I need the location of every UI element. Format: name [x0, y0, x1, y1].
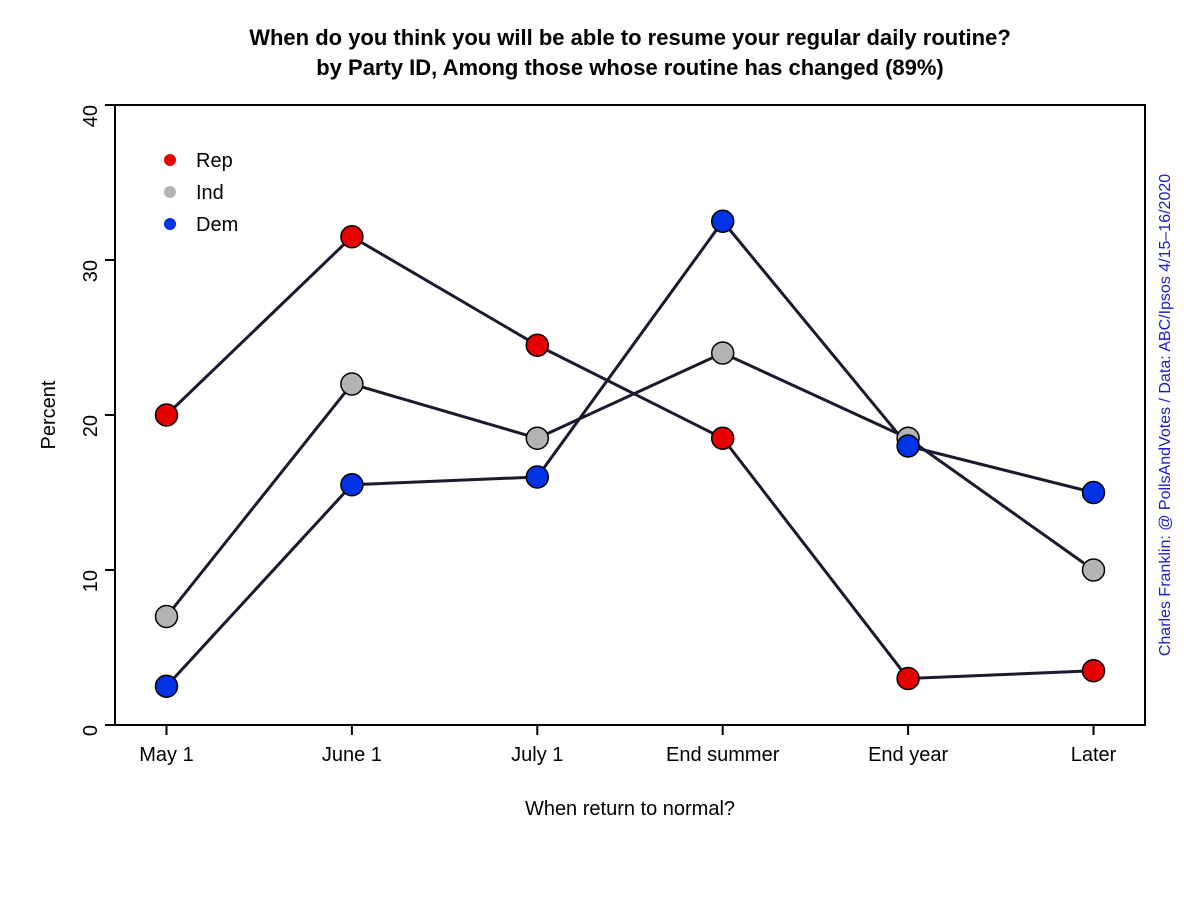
legend-swatch-rep [164, 154, 176, 166]
point-dem [526, 466, 548, 488]
legend-label-ind: Ind [196, 182, 224, 204]
point-dem [1083, 482, 1105, 504]
x-tick-label: End summer [666, 744, 780, 766]
point-ind [341, 373, 363, 395]
point-rep [156, 404, 178, 426]
x-tick-label: May 1 [139, 744, 193, 766]
point-rep [712, 427, 734, 449]
y-tick-label: 0 [80, 725, 102, 736]
y-tick-label: 10 [80, 570, 102, 592]
legend-label-dem: Dem [196, 214, 238, 236]
y-axis-label: Percent [38, 380, 60, 449]
point-rep [341, 226, 363, 248]
x-axis-label: When return to normal? [525, 798, 735, 820]
point-rep [1083, 660, 1105, 682]
plot-border [115, 105, 1145, 725]
point-rep [526, 334, 548, 356]
x-tick-label: Later [1071, 744, 1117, 766]
legend-label-rep: Rep [196, 150, 233, 172]
x-tick-label: End year [868, 744, 948, 766]
x-tick-label: June 1 [322, 744, 382, 766]
point-dem [712, 210, 734, 232]
legend-swatch-dem [164, 218, 176, 230]
y-tick-label: 20 [80, 415, 102, 437]
y-tick-label: 40 [80, 105, 102, 127]
y-tick-label: 30 [80, 260, 102, 282]
point-dem [341, 474, 363, 496]
legend-swatch-ind [164, 186, 176, 198]
point-ind [156, 606, 178, 628]
point-dem [156, 675, 178, 697]
point-rep [897, 668, 919, 690]
point-ind [1083, 559, 1105, 581]
chart-subtitle: by Party ID, Among those whose routine h… [316, 55, 944, 80]
credit-text: Charles Franklin: @ PollsAndVotes / Data… [1157, 174, 1174, 656]
chart-title: When do you think you will be able to re… [249, 25, 1011, 50]
point-dem [897, 435, 919, 457]
point-ind [712, 342, 734, 364]
series-line-dem [167, 221, 1094, 686]
x-tick-label: July 1 [511, 744, 563, 766]
point-ind [526, 427, 548, 449]
chart: When do you think you will be able to re… [0, 0, 1200, 900]
